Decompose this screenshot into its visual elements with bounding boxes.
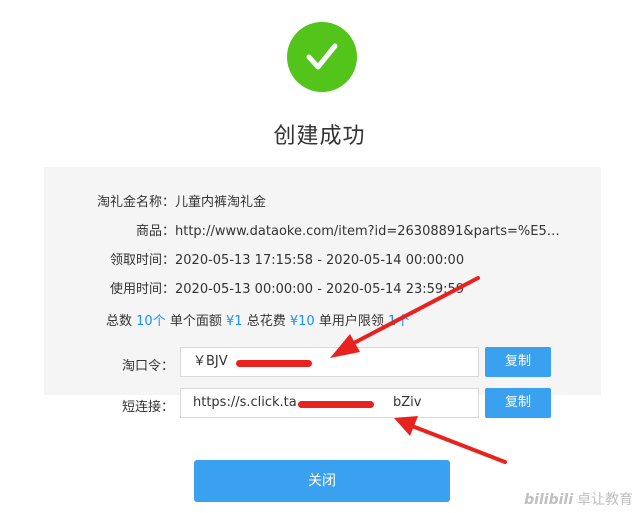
arrow-icon bbox=[330, 276, 480, 358]
annotation-arrows bbox=[330, 276, 507, 464]
bilibili-logo: bilibili bbox=[524, 492, 573, 508]
watermark-text: 卓让教育 bbox=[577, 492, 633, 508]
watermark: bilibili 卓让教育 bbox=[524, 489, 633, 509]
arrow-icon bbox=[394, 416, 507, 464]
close-button[interactable]: 关闭 bbox=[194, 460, 450, 502]
